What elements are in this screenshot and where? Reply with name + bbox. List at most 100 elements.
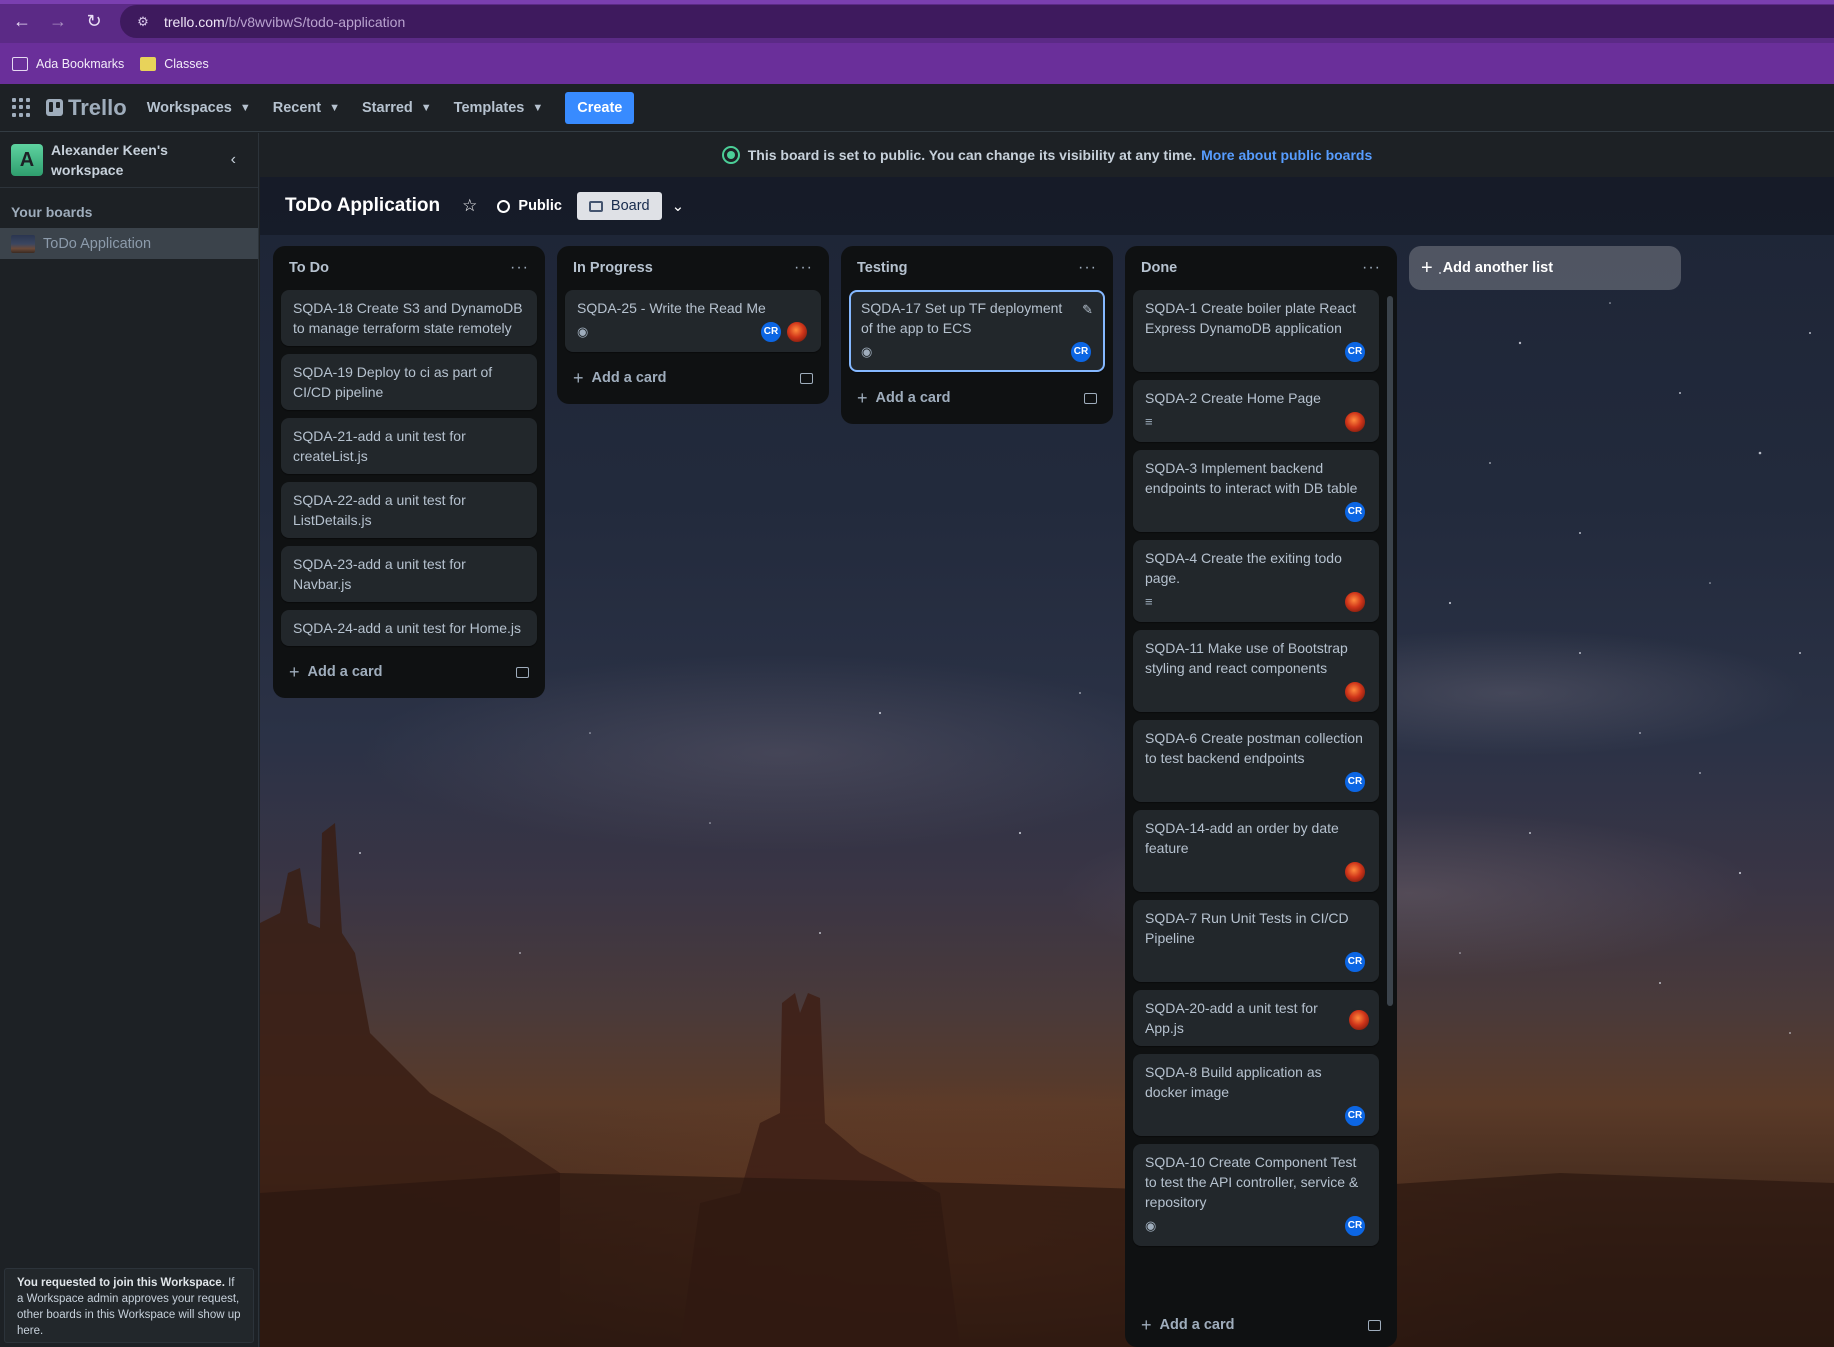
menu-workspaces[interactable]: Workspaces ▼ — [147, 100, 251, 116]
menu-recent[interactable]: Recent ▼ — [273, 100, 340, 116]
card[interactable]: SQDA-11 Make use of Bootstrap styling an… — [1133, 630, 1379, 712]
card-badges: ◉ CR — [861, 340, 1093, 364]
avatar[interactable]: CR — [1343, 1104, 1367, 1128]
card[interactable]: SQDA-20-add a unit test for App.js — [1133, 990, 1379, 1046]
menu-starred[interactable]: Starred ▼ — [362, 100, 432, 116]
avatar[interactable] — [1343, 410, 1367, 434]
list-done: Done ··· SQDA-1 Create boiler plate Reac… — [1125, 246, 1397, 1347]
card-members — [1341, 680, 1367, 704]
trello-logo[interactable]: Trello — [46, 95, 127, 121]
card[interactable]: SQDA-19 Deploy to ci as part of CI/CD pi… — [281, 354, 537, 410]
classroom-icon — [140, 56, 157, 71]
workspace-header: A Alexander Keen's workspace ‹ — [0, 133, 258, 188]
avatar[interactable] — [1343, 860, 1367, 884]
card-template-icon[interactable] — [800, 372, 813, 384]
list-menu-icon[interactable]: ··· — [794, 259, 813, 277]
card[interactable]: SQDA-8 Build application as docker image… — [1133, 1054, 1379, 1136]
add-card-button[interactable]: + Add a card — [849, 380, 1105, 416]
folder-icon — [12, 56, 28, 71]
address-bar[interactable]: ⚙ trello.com/b/v8wvibwS/todo-application — [120, 5, 1834, 38]
board-title[interactable]: ToDo Application — [285, 195, 440, 217]
plus-icon: + — [1421, 256, 1433, 279]
list-title[interactable]: To Do — [289, 260, 329, 276]
card[interactable]: SQDA-22-add a unit test for ListDetails.… — [281, 482, 537, 538]
sidebar-item-todo-application[interactable]: ToDo Application — [0, 228, 258, 259]
add-card-button[interactable]: + Add a card — [565, 360, 821, 396]
avatar[interactable]: CR — [1343, 340, 1367, 364]
list-testing: Testing ··· ✎ SQDA-17 Set up TF deployme… — [841, 246, 1113, 424]
tab-strip — [0, 0, 1834, 4]
board-view-button[interactable]: Board — [576, 192, 662, 220]
plus-icon: + — [857, 387, 868, 408]
card[interactable]: SQDA-25 - Write the Read Me ◉ CR — [565, 290, 821, 352]
card[interactable]: SQDA-2 Create Home Page ≡ — [1133, 380, 1379, 442]
chevron-down-icon[interactable]: ⌄ — [672, 197, 685, 215]
avatar[interactable]: CR — [1069, 340, 1093, 364]
avatar[interactable]: CR — [1343, 500, 1367, 524]
edit-pencil-icon[interactable]: ✎ — [1082, 300, 1093, 320]
menu-templates[interactable]: Templates ▼ — [454, 100, 544, 116]
card[interactable]: SQDA-4 Create the exiting todo page. ≡ — [1133, 540, 1379, 622]
avatar[interactable] — [785, 320, 809, 344]
card-title: SQDA-11 Make use of Bootstrap styling an… — [1145, 640, 1348, 676]
bookmark-ada[interactable]: Ada Bookmarks — [12, 56, 124, 71]
join-request-notice: You requested to join this Workspace. If… — [4, 1268, 254, 1343]
avatar[interactable]: CR — [759, 320, 783, 344]
horizon-ridge — [260, 1173, 1834, 1347]
app-switcher-icon[interactable] — [12, 97, 32, 118]
collapse-sidebar-icon[interactable]: ‹ — [231, 151, 236, 169]
card[interactable]: SQDA-7 Run Unit Tests in CI/CD Pipeline … — [1133, 900, 1379, 982]
card-template-icon[interactable] — [516, 666, 529, 678]
back-icon[interactable]: ← — [4, 4, 40, 40]
public-boards-link[interactable]: More about public boards — [1201, 147, 1372, 163]
card-badges: CR — [1145, 950, 1367, 974]
star-icon[interactable]: ☆ — [462, 196, 477, 216]
avatar[interactable]: CR — [1343, 770, 1367, 794]
card-template-icon[interactable] — [1084, 392, 1097, 404]
add-card-button[interactable]: + Add a card — [1133, 1307, 1389, 1343]
card[interactable]: SQDA-1 Create boiler plate React Express… — [1133, 290, 1379, 372]
list-menu-icon[interactable]: ··· — [510, 259, 529, 277]
avatar[interactable] — [1347, 1008, 1371, 1032]
reload-icon[interactable]: ↻ — [76, 4, 112, 40]
list-title[interactable]: Done — [1141, 260, 1177, 276]
avatar[interactable] — [1343, 590, 1367, 614]
card-title: SQDA-1 Create boiler plate React Express… — [1145, 300, 1356, 336]
add-card-button[interactable]: + Add a card — [281, 654, 537, 690]
workspace-name[interactable]: Alexander Keen's workspace — [51, 140, 201, 180]
chevron-down-icon: ▼ — [532, 101, 544, 114]
list-title[interactable]: In Progress — [573, 260, 653, 276]
url-path: /b/v8wvibwS/todo-application — [224, 13, 406, 30]
bookmark-classes[interactable]: Classes — [140, 56, 209, 71]
card[interactable]: SQDA-6 Create postman collection to test… — [1133, 720, 1379, 802]
globe-icon — [721, 146, 740, 164]
eye-icon: ◉ — [861, 344, 873, 359]
avatar[interactable] — [1343, 680, 1367, 704]
list-scrollbar[interactable] — [1387, 296, 1393, 1006]
card[interactable]: SQDA-18 Create S3 and DynamoDB to manage… — [281, 290, 537, 346]
list-menu-icon[interactable]: ··· — [1362, 259, 1381, 277]
card[interactable]: SQDA-21-add a unit test for createList.j… — [281, 418, 537, 474]
avatar[interactable]: CR — [1343, 950, 1367, 974]
list-menu-icon[interactable]: ··· — [1078, 259, 1097, 277]
card[interactable]: SQDA-10 Create Component Test to test th… — [1133, 1144, 1379, 1246]
add-list-button[interactable]: + Add another list — [1409, 246, 1681, 290]
visibility-button[interactable]: Public — [497, 198, 562, 214]
card[interactable]: SQDA-14-add an order by date feature — [1133, 810, 1379, 892]
workspace-avatar[interactable]: A — [11, 144, 43, 176]
board-thumbnail — [11, 234, 35, 253]
card[interactable]: ✎ SQDA-17 Set up TF deployment of the ap… — [849, 290, 1105, 372]
list-title[interactable]: Testing — [857, 260, 907, 276]
create-button[interactable]: Create — [565, 91, 635, 124]
add-card-label-wrap: + Add a card — [289, 662, 382, 683]
avatar[interactable]: CR — [1343, 1214, 1367, 1238]
forward-icon[interactable]: → — [40, 4, 76, 40]
card[interactable]: SQDA-24-add a unit test for Home.js — [281, 610, 537, 646]
card[interactable]: SQDA-23-add a unit test for Navbar.js — [281, 546, 537, 602]
card-template-icon[interactable] — [1368, 1319, 1381, 1331]
list-header: In Progress ··· — [565, 246, 821, 290]
card[interactable]: SQDA-3 Implement backend endpoints to in… — [1133, 450, 1379, 532]
site-info-icon[interactable]: ⚙ — [134, 13, 152, 31]
description-icon: ≡ — [1145, 594, 1153, 609]
card-badges: ◉ CR — [577, 320, 809, 344]
